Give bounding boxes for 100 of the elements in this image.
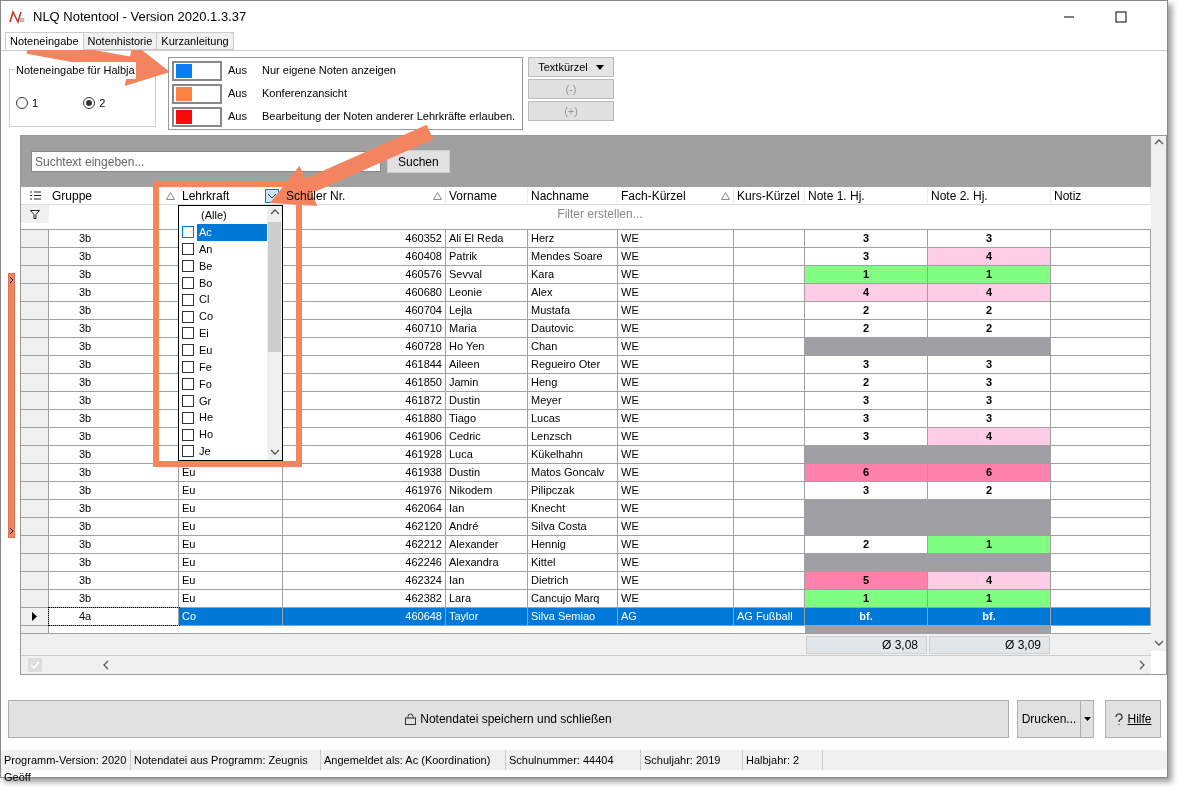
column-header[interactable]: Nachname	[528, 187, 618, 204]
grade-cell[interactable]	[805, 446, 928, 463]
tab[interactable]: Kurzanleitung	[156, 32, 234, 50]
toggle-switch[interactable]	[172, 60, 222, 81]
checkbox[interactable]	[182, 260, 194, 272]
save-button[interactable]: Notendatei speichern und schließen	[8, 700, 1009, 738]
radio-button[interactable]	[16, 97, 28, 110]
grade-cell[interactable]	[928, 446, 1051, 463]
grade-cell[interactable]: bf.	[928, 608, 1051, 625]
checkbox[interactable]	[182, 445, 194, 458]
grade-cell[interactable]	[928, 554, 1051, 571]
side-button[interactable]: Textkürzel	[528, 57, 614, 77]
search-field[interactable]: Suchtext eingeben...	[35, 152, 275, 171]
search-button[interactable]: Suchen	[387, 150, 450, 173]
grade-cell[interactable]: 4	[928, 428, 1051, 445]
filter-option[interactable]: Eu	[197, 342, 267, 359]
toggle-switch[interactable]	[172, 106, 222, 127]
print-button[interactable]: Drucken...	[1017, 700, 1081, 738]
table-cell: Eu	[179, 500, 283, 517]
table-cell: Silva Costa	[528, 518, 618, 535]
grade-cell[interactable]: 4	[928, 284, 1051, 301]
checkbox[interactable]	[182, 394, 194, 407]
filter-option[interactable]: Gr	[197, 392, 267, 410]
grade-cell[interactable]: 4	[805, 284, 928, 301]
grade-cell[interactable]	[928, 338, 1051, 355]
caret-icon	[595, 64, 604, 70]
grade-cell[interactable]: 1	[928, 266, 1051, 283]
column-header[interactable]: Fach-Kürzel	[618, 187, 734, 204]
grade-cell[interactable]: 6	[805, 464, 928, 481]
row-header[interactable]	[21, 608, 49, 625]
grade-cell[interactable]	[805, 518, 928, 535]
checkbox[interactable]	[182, 361, 194, 374]
sort-icon[interactable]	[166, 191, 175, 200]
filter-option[interactable]: Fo	[197, 375, 267, 393]
radio-button[interactable]	[83, 97, 96, 110]
filter-option[interactable]: An	[197, 240, 267, 258]
checkbox[interactable]	[182, 428, 194, 441]
table-cell: Maria	[446, 320, 528, 337]
grade-cell[interactable]: 1	[805, 590, 928, 607]
grade-cell[interactable]: 6	[928, 464, 1051, 481]
sort-icon[interactable]	[721, 191, 730, 200]
filter-option[interactable]: Ei	[197, 325, 267, 342]
grade-cell[interactable]: 1	[928, 590, 1051, 607]
column-chooser-icon[interactable]	[29, 191, 41, 200]
filter-option[interactable]: Co	[197, 308, 267, 325]
help-icon	[1114, 712, 1125, 726]
table-cell: Alex	[528, 284, 618, 301]
filter-placeholder[interactable]: Filter erstellen...	[557, 205, 643, 223]
grade-cell[interactable]: 1	[805, 266, 928, 283]
checkbox[interactable]	[182, 378, 194, 390]
checkbox[interactable]	[182, 293, 194, 306]
checkbox[interactable]	[182, 276, 194, 289]
maximize-icon[interactable]	[1115, 11, 1127, 23]
grade-cell[interactable]: 1	[928, 536, 1051, 553]
vertical-scrollbar[interactable]	[1151, 136, 1166, 651]
checkbox[interactable]	[182, 226, 194, 239]
grade-cell[interactable]: 5	[805, 572, 928, 589]
column-header[interactable]: Note 1. Hj.	[805, 187, 928, 204]
grade-cell[interactable]: 4	[928, 248, 1051, 265]
filter-option[interactable]: Be	[197, 257, 267, 275]
column-header[interactable]: Note 2. Hj.	[928, 187, 1051, 204]
column-header[interactable]: Vorname	[446, 187, 528, 204]
filter-option[interactable]: Ac	[197, 224, 267, 241]
filter-option[interactable]: (Alle)	[197, 207, 267, 224]
filter-option[interactable]: He	[197, 409, 267, 426]
column-header[interactable]: Kurs-Kürzel	[734, 187, 805, 204]
grade-cell[interactable]	[805, 500, 928, 517]
help-button[interactable]: Hilfe	[1105, 700, 1161, 738]
tab[interactable]: Notenhistorie	[82, 32, 158, 50]
filter-option[interactable]: Cl	[197, 291, 267, 308]
search-combobox[interactable]: Suchtext eingeben...	[31, 151, 381, 172]
chevron-icon[interactable]	[9, 527, 14, 535]
toggle-switch[interactable]	[172, 83, 222, 104]
grade-cell[interactable]	[805, 554, 928, 571]
filter-option[interactable]: Je	[197, 443, 267, 460]
checkmark-icon[interactable]	[28, 658, 42, 672]
filter-option[interactable]: Ho	[197, 426, 267, 443]
checkbox[interactable]	[182, 327, 194, 340]
checkbox[interactable]	[182, 243, 194, 256]
grade-cell[interactable]	[928, 518, 1051, 535]
print-menu-button[interactable]	[1081, 700, 1094, 738]
checkbox[interactable]	[182, 411, 194, 424]
filter-icon[interactable]	[30, 209, 40, 219]
checkbox[interactable]	[182, 310, 194, 323]
filter-option[interactable]: Bo	[197, 274, 267, 292]
grade-cell[interactable]: 4	[928, 572, 1051, 589]
checkbox[interactable]	[182, 344, 194, 357]
dropdown-scrollbar[interactable]	[267, 206, 282, 460]
grade-cell[interactable]	[805, 626, 1051, 633]
chevron-icon[interactable]	[9, 276, 14, 284]
grade-cell[interactable]	[805, 338, 928, 355]
column-header[interactable]: Gruppe	[49, 187, 179, 204]
tab[interactable]: Noteneingabe	[5, 32, 84, 50]
grade-cell[interactable]: bf.	[805, 608, 928, 625]
scroll-right-icon[interactable]	[1137, 660, 1147, 670]
table-cell: AG	[618, 608, 734, 625]
table-cell: Meyer	[528, 392, 618, 409]
sort-icon[interactable]	[433, 191, 442, 200]
grade-cell[interactable]	[928, 500, 1051, 517]
filter-option[interactable]: Fe	[197, 358, 267, 376]
